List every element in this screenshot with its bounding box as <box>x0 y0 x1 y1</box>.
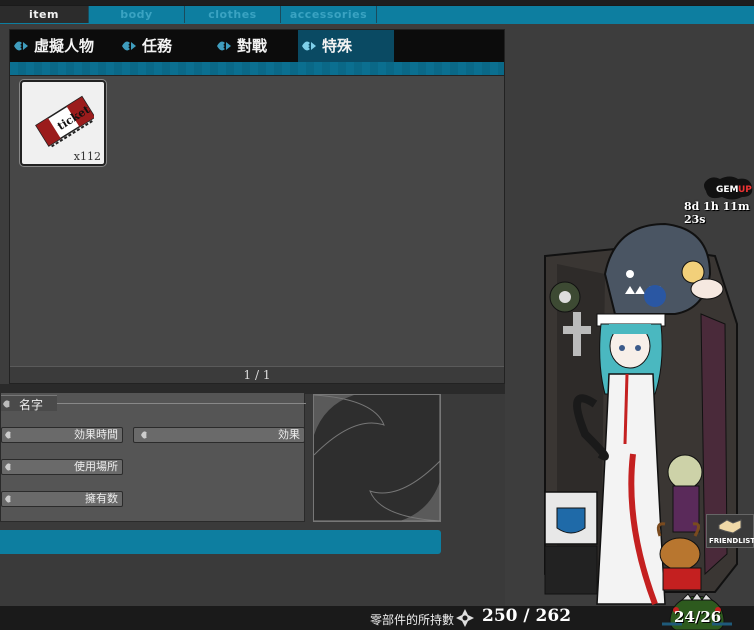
friend-list-button[interactable]: FRIENDLIST <box>706 514 754 548</box>
level-value: 24/26 <box>674 608 722 626</box>
gem-timer: 8d 1h 11m 23s <box>684 200 750 226</box>
tab-clothes[interactable]: clothes <box>185 6 281 23</box>
category-tab-special[interactable]: 特殊 <box>298 30 394 62</box>
gem-label: GEM <box>716 185 739 195</box>
duration-label: 効果時間 <box>74 428 118 441</box>
owned-label: 擁有数 <box>85 492 118 505</box>
ticket-icon: ticket <box>35 95 94 148</box>
item-preview-frame <box>313 394 441 522</box>
tab-body[interactable]: body <box>89 6 185 23</box>
level-badge[interactable]: 24/26 <box>662 592 732 630</box>
fleur-icon <box>302 41 316 51</box>
top-tab-bar: item body clothes accessories <box>0 0 754 24</box>
parts-count: 250 / 262 <box>482 606 572 626</box>
fleur-icon <box>5 495 11 503</box>
parts-label: 零部件的所持數 <box>370 613 455 627</box>
fleur-icon <box>14 41 28 51</box>
location-label: 使用場所 <box>74 460 118 473</box>
friend-list-label: FRIENDLIST <box>709 537 754 545</box>
pager: 1 / 1 <box>10 366 504 383</box>
item-info-box: 名字 効果時間 効果 使用場所 擁有数 <box>0 392 306 522</box>
name-row: 名字 <box>1 393 306 412</box>
gem-suffix: UP <box>738 185 752 195</box>
tab-accessories[interactable]: accessories <box>281 6 377 23</box>
cross-ornament-icon <box>456 609 474 627</box>
game-screen: item body clothes accessories 虛擬人物 任務 對戰… <box>0 0 754 630</box>
action-bar[interactable] <box>0 530 441 554</box>
ornate-frame-icon <box>313 394 441 522</box>
item-quantity: x112 <box>73 150 101 163</box>
category-label: 對戰 <box>237 37 268 55</box>
location-field: 使用場所 <box>1 459 123 475</box>
fleur-icon <box>122 41 136 51</box>
category-underline <box>10 62 504 76</box>
effect-field: 効果 <box>133 427 305 443</box>
category-tab-quest[interactable]: 任務 <box>118 30 198 62</box>
fleur-icon <box>5 463 11 471</box>
category-label: 特殊 <box>322 37 353 55</box>
gem-badge[interactable]: GEM UP <box>702 175 754 201</box>
tab-item[interactable]: item <box>0 6 89 23</box>
handshake-icon <box>718 519 742 534</box>
name-tab: 名字 <box>1 395 57 412</box>
effect-label: 効果 <box>278 428 300 441</box>
gem-splat-icon: GEM UP <box>704 176 752 200</box>
item-panel: 虛擬人物 任務 對戰 特殊 ticket x112 1 / 1 <box>9 29 505 384</box>
fleur-icon <box>5 431 11 439</box>
category-label: 任務 <box>142 37 173 55</box>
item-grid: ticket x112 <box>10 76 504 366</box>
category-bar: 虛擬人物 任務 對戰 特殊 <box>10 30 504 62</box>
owned-field: 擁有数 <box>1 491 123 507</box>
duration-field: 効果時間 <box>1 427 123 443</box>
item-slot[interactable]: ticket x112 <box>20 80 106 166</box>
category-tab-avatar[interactable]: 虛擬人物 <box>10 30 106 62</box>
category-label: 虛擬人物 <box>34 37 95 55</box>
fleur-icon <box>217 41 231 51</box>
category-tab-battle[interactable]: 對戰 <box>213 30 297 62</box>
name-line <box>57 403 306 404</box>
fleur-icon <box>141 431 147 439</box>
name-label: 名字 <box>19 398 44 412</box>
parts-status-bar: 零部件的所持數 250 / 262 <box>0 606 754 630</box>
fleur-icon <box>3 400 10 408</box>
